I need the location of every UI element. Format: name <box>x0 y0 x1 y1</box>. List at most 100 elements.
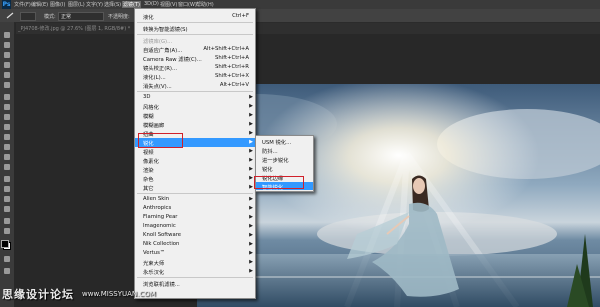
sharpen-submenu-item-2[interactable]: 防抖... <box>256 146 313 155</box>
menu-select[interactable]: 选择(S) <box>104 1 121 8</box>
history-brush-tool-icon[interactable] <box>4 124 10 130</box>
type-tool-icon[interactable] <box>4 186 10 192</box>
eyedropper-tool-icon[interactable] <box>4 82 10 88</box>
menu-item-label: 杂色 <box>143 177 154 183</box>
gradient-tool-icon[interactable] <box>4 144 10 150</box>
submenu-arrow-icon: ▶ <box>249 175 253 181</box>
menu-type[interactable]: 文字(Y) <box>86 1 103 8</box>
filter-menu-item-nik-collection[interactable]: Nik Collection ▶ <box>135 240 255 249</box>
foreground-color-swatch[interactable] <box>1 240 9 248</box>
menu-separator <box>137 91 253 92</box>
submenu-arrow-icon: ▶ <box>249 103 253 109</box>
filter-menu-item-r[interactable]: 镜头校正(R)... Shift+Ctrl+R <box>135 63 255 72</box>
submenu-arrow-icon: ▶ <box>249 139 253 145</box>
filter-menu-item-item-18[interactable]: 像素化 ▶ <box>135 156 255 165</box>
annotation-box-sharpen <box>138 133 183 148</box>
filter-menu-item-knoll-software[interactable]: Knoll Software ▶ <box>135 231 255 240</box>
menu-image[interactable]: 图像(I) <box>50 1 65 8</box>
opacity-label: 不透明度: <box>108 14 130 20</box>
filter-menu-item-item-19[interactable]: 渲染 ▶ <box>135 165 255 174</box>
filter-menu-item-item-0[interactable]: 液化 Ctrl+F <box>135 12 255 21</box>
filter-menu-item-s[interactable]: 转换为智能滤镜(S) <box>135 24 255 33</box>
hand-tool-icon[interactable] <box>4 218 10 224</box>
marquee-tool-icon[interactable] <box>4 42 10 48</box>
site-watermark-url: www.MISSYUAN.COM <box>82 290 156 298</box>
menu-item-label: 风格化 <box>143 105 159 111</box>
filter-menu-item-g[interactable]: 滤镜库(G)... <box>135 36 255 45</box>
menu-view[interactable]: 视图(V) <box>160 1 177 8</box>
mode-select[interactable]: 正常 <box>58 12 104 21</box>
shape-tool-icon[interactable] <box>4 206 10 212</box>
filter-menu-item-flaming-pear[interactable]: Flaming Pear ▶ <box>135 213 255 222</box>
menu-item-shortcut: Shift+Ctrl+R <box>214 64 249 70</box>
submenu-arrow-icon: ▶ <box>249 205 253 211</box>
filter-menu-item-camera-raw-c[interactable]: Camera Raw 滤镜(C)... Shift+Ctrl+A <box>135 54 255 63</box>
crop-tool-icon[interactable] <box>4 72 10 78</box>
clone-stamp-tool-icon[interactable] <box>4 114 10 120</box>
pen-tool-icon[interactable] <box>4 176 10 182</box>
sharpen-submenu-item-4[interactable]: 锐化 <box>256 164 313 173</box>
menu-item-shortcut: Shift+Ctrl+A <box>215 55 249 61</box>
brush-tool-icon[interactable] <box>6 12 14 19</box>
document-tab[interactable]: _PJ4708-修改.jpg @ 27.6% (图层 1, RGB/8#) * <box>18 25 130 32</box>
filter-menu-item-imagenomic[interactable]: Imagenomic ▶ <box>135 222 255 231</box>
submenu-arrow-icon: ▶ <box>249 259 253 265</box>
filter-menu-item-item-33[interactable]: 浏览联机滤镜... <box>135 279 255 288</box>
mode-value: 正常 <box>61 14 72 20</box>
filter-menu-item-a[interactable]: 自适应广角(A)... Alt+Shift+Ctrl+A <box>135 45 255 54</box>
submenu-arrow-icon: ▶ <box>249 184 253 190</box>
move-tool-icon[interactable] <box>4 32 10 38</box>
filter-menu-item-item-13[interactable]: 模糊 ▶ <box>135 111 255 120</box>
menu-separator <box>137 193 253 194</box>
path-select-tool-icon[interactable] <box>4 196 10 202</box>
lasso-tool-icon[interactable] <box>4 52 10 58</box>
filter-menu-item-l[interactable]: 液化(L)... Shift+Ctrl+X <box>135 72 255 81</box>
menu-filter[interactable]: 滤镜(T) <box>122 1 141 8</box>
filter-menu-item-vertus[interactable]: Vertus™ ▶ <box>135 249 255 258</box>
quick-mask-icon[interactable] <box>4 256 10 262</box>
menu-window[interactable]: 窗口(W) <box>178 1 197 8</box>
filter-menu-item-item-20[interactable]: 杂色 ▶ <box>135 174 255 183</box>
filter-menu-item-3d[interactable]: 3D ▶ <box>135 93 255 102</box>
screen-mode-icon[interactable] <box>4 268 10 274</box>
filter-menu-item-anthropics[interactable]: Anthropics ▶ <box>135 204 255 213</box>
menu-item-label: 镜头校正(R)... <box>143 66 178 72</box>
brush-tool-icon-side[interactable] <box>4 104 10 110</box>
submenu-arrow-icon: ▶ <box>249 250 253 256</box>
menu-bar: Ps 文件(F) 编辑(E) 图像(I) 图层(L) 文字(Y) 选择(S) 滤… <box>0 0 600 9</box>
menu-help[interactable]: 帮助(H) <box>196 1 214 8</box>
submenu-item-label: 锐化 <box>262 167 273 173</box>
annotation-box-smart-sharpen <box>254 176 304 189</box>
filter-menu-item-item-17[interactable]: 视频 ▶ <box>135 147 255 156</box>
menu-layer[interactable]: 图层(L) <box>68 1 85 8</box>
menu-separator <box>137 277 253 278</box>
filter-menu-dropdown: 液化 Ctrl+F 转换为智能滤镜(S) 滤镜库(G)... 自适应广角(A)... Al… <box>134 8 256 299</box>
submenu-item-label: 进一步锐化 <box>262 158 289 164</box>
filter-menu-item-item-14[interactable]: 模糊画廊 ▶ <box>135 120 255 129</box>
filter-menu-item-item-31[interactable]: 永乐汉化 ▶ <box>135 267 255 276</box>
filter-menu-item-alien-skin[interactable]: Alien Skin ▶ <box>135 195 255 204</box>
filter-menu-item-item-30[interactable]: 光束大师 ▶ <box>135 258 255 267</box>
filter-menu-item-item-12[interactable]: 风格化 ▶ <box>135 102 255 111</box>
filter-menu-item-v[interactable]: 消失点(V)... Alt+Ctrl+V <box>135 81 255 90</box>
document-image <box>197 84 600 307</box>
menu-item-label: 模糊 <box>143 114 154 120</box>
menu-file[interactable]: 文件(F) <box>14 1 31 8</box>
blur-tool-icon[interactable] <box>4 154 10 160</box>
filter-menu-item-item-21[interactable]: 其它 ▶ <box>135 183 255 192</box>
sharpen-submenu-item-3[interactable]: 进一步锐化 <box>256 155 313 164</box>
menu-item-label: 液化(L)... <box>143 75 166 81</box>
document-tab-bar: _PJ4708-修改.jpg @ 27.6% (图层 1, RGB/8#) * <box>16 23 600 34</box>
healing-brush-tool-icon[interactable] <box>4 94 10 100</box>
sharpen-submenu-item-1[interactable]: USM 锐化... <box>256 137 313 146</box>
menu-item-label: 3D <box>143 94 151 100</box>
submenu-arrow-icon: ▶ <box>249 130 253 136</box>
menu-item-label: 模糊画廊 <box>143 123 165 129</box>
quick-select-tool-icon[interactable] <box>4 62 10 68</box>
zoom-tool-icon[interactable] <box>4 228 10 234</box>
menu-3d[interactable]: 3D(D) <box>144 1 159 7</box>
brush-preset-picker[interactable] <box>20 12 36 21</box>
dodge-tool-icon[interactable] <box>4 164 10 170</box>
menu-edit[interactable]: 编辑(E) <box>31 1 48 8</box>
eraser-tool-icon[interactable] <box>4 134 10 140</box>
